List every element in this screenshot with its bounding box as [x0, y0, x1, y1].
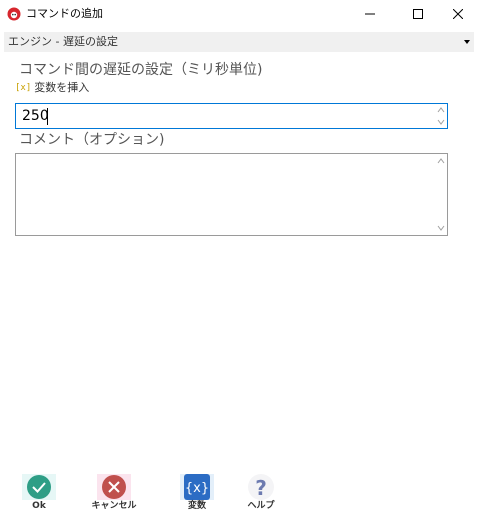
variables-icon-glyph: {x}	[185, 481, 209, 496]
checkmark-icon	[22, 474, 56, 500]
window-title: コマンドの追加	[26, 7, 103, 20]
variable-icon: [x]	[15, 83, 32, 93]
minimize-button[interactable]	[348, 0, 392, 28]
spin-down-icon[interactable]	[437, 118, 445, 126]
help-label: ヘルプ	[247, 501, 275, 511]
comment-textarea[interactable]	[15, 153, 448, 236]
chevron-down-icon	[464, 40, 470, 44]
variables-label: 変数	[187, 501, 206, 511]
variables-button[interactable]: {x} 変数	[167, 470, 227, 512]
delay-input-value: 250	[22, 108, 49, 124]
cancel-button[interactable]: キャンセル	[84, 470, 144, 512]
minimize-icon	[365, 13, 375, 15]
maximize-button[interactable]	[396, 0, 440, 28]
delay-input[interactable]: 250	[15, 103, 448, 129]
scroll-up-icon[interactable]	[437, 158, 445, 164]
help-button[interactable]: ? ヘルプ	[231, 470, 291, 512]
comment-label: コメント（オプション)	[19, 132, 165, 148]
app-logo-icon	[7, 7, 21, 21]
command-selector-value: エンジン - 遅延の設定	[8, 35, 118, 48]
insert-variable-label: 変数を挿入	[34, 81, 90, 94]
insert-variable-link[interactable]: [x] 変数を挿入	[15, 82, 89, 96]
svg-text:?: ?	[255, 476, 267, 500]
ok-label: Ok	[32, 501, 46, 511]
maximize-icon	[413, 9, 423, 19]
spin-up-icon[interactable]	[437, 106, 445, 114]
cancel-label: キャンセル	[91, 501, 137, 511]
variables-icon: {x}	[180, 474, 214, 500]
help-icon: ?	[248, 474, 274, 500]
title-bar: コマンドの追加	[0, 0, 480, 28]
scroll-down-icon[interactable]	[437, 225, 445, 231]
close-icon	[453, 9, 463, 19]
cancel-x-icon	[97, 474, 131, 500]
command-selector[interactable]: エンジン - 遅延の設定	[4, 32, 474, 52]
text-caret	[47, 108, 48, 125]
delay-label: コマンド間の遅延の設定（ミリ秒単位)	[19, 62, 263, 78]
close-button[interactable]	[436, 0, 480, 28]
ok-button[interactable]: Ok	[9, 470, 69, 512]
